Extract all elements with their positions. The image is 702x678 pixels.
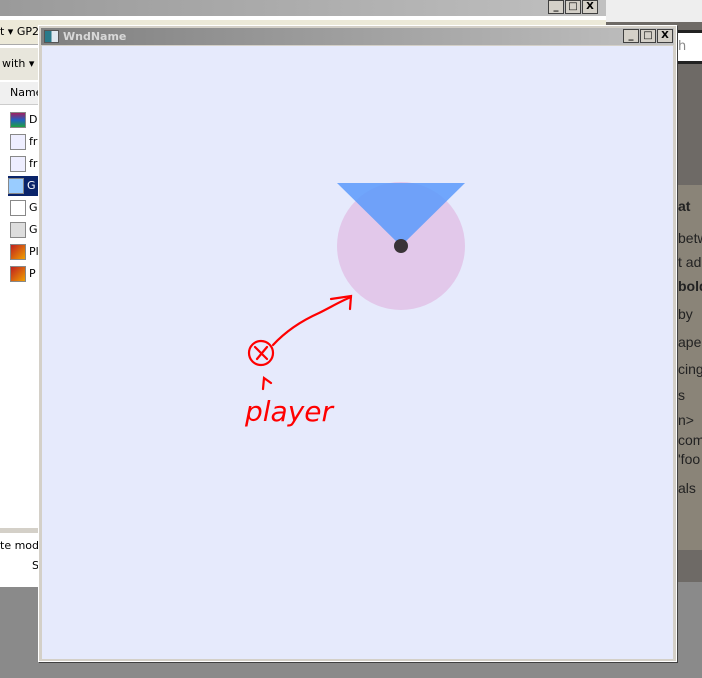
text-line: bold xyxy=(678,278,702,294)
file-item[interactable]: P xyxy=(10,264,40,284)
file-item[interactable]: fr xyxy=(10,154,40,174)
client-area[interactable]: player xyxy=(42,46,673,659)
search-box[interactable]: h xyxy=(676,30,702,64)
text-line: com xyxy=(678,432,702,448)
small-up-arrow xyxy=(261,375,273,391)
file-item[interactable]: G xyxy=(10,198,40,218)
explorer-close-button[interactable]: X xyxy=(582,0,598,14)
enemy-dot xyxy=(394,239,408,253)
text-line: n> xyxy=(678,412,694,428)
player-label: player xyxy=(244,395,335,428)
scene-canvas: player xyxy=(244,182,465,428)
text-line: als xyxy=(678,480,696,496)
right-window-top xyxy=(606,0,702,22)
file-item[interactable]: fr xyxy=(10,132,40,152)
image-file-icon xyxy=(10,156,26,172)
explorer-minimize-button[interactable]: _ xyxy=(548,0,564,14)
text-line: 'foo xyxy=(678,451,701,467)
text-line: cing xyxy=(678,361,702,377)
document-icon xyxy=(10,200,26,216)
text-line: s xyxy=(678,387,685,403)
window-title: WndName xyxy=(63,30,127,43)
main-window: WndName _ □ X player xyxy=(38,25,677,662)
file-item-selected[interactable]: G xyxy=(8,176,38,196)
text-line: betw xyxy=(678,230,702,246)
maximize-button[interactable]: □ xyxy=(640,29,656,43)
text-line: t ad xyxy=(678,254,702,270)
text-line: by xyxy=(678,306,693,322)
player-x-mark xyxy=(253,345,269,361)
window-title-bar[interactable]: WndName _ □ X xyxy=(41,28,674,45)
file-item[interactable]: Pl xyxy=(10,242,40,262)
application-icon xyxy=(8,178,24,194)
close-button[interactable]: X xyxy=(657,29,673,43)
address-fragment: t ▾ GP2 xyxy=(0,25,39,38)
app-icon xyxy=(44,30,59,43)
file-item[interactable]: D xyxy=(10,110,40,130)
explorer-maximize-button[interactable]: □ xyxy=(565,0,581,14)
audio-file-icon xyxy=(10,222,26,238)
minimize-button[interactable]: _ xyxy=(623,29,639,43)
text-line: ape xyxy=(678,334,702,350)
text-line: at xyxy=(678,198,691,214)
explorer-title-bar xyxy=(0,0,606,16)
media-file-icon xyxy=(10,266,26,282)
arrow-line xyxy=(271,295,353,347)
red-annotation xyxy=(247,294,353,391)
archive-icon xyxy=(10,112,26,128)
image-file-icon xyxy=(10,134,26,150)
media-file-icon xyxy=(10,244,26,260)
open-with-button[interactable]: with ▾ xyxy=(2,57,34,70)
file-item[interactable]: G xyxy=(10,220,40,240)
